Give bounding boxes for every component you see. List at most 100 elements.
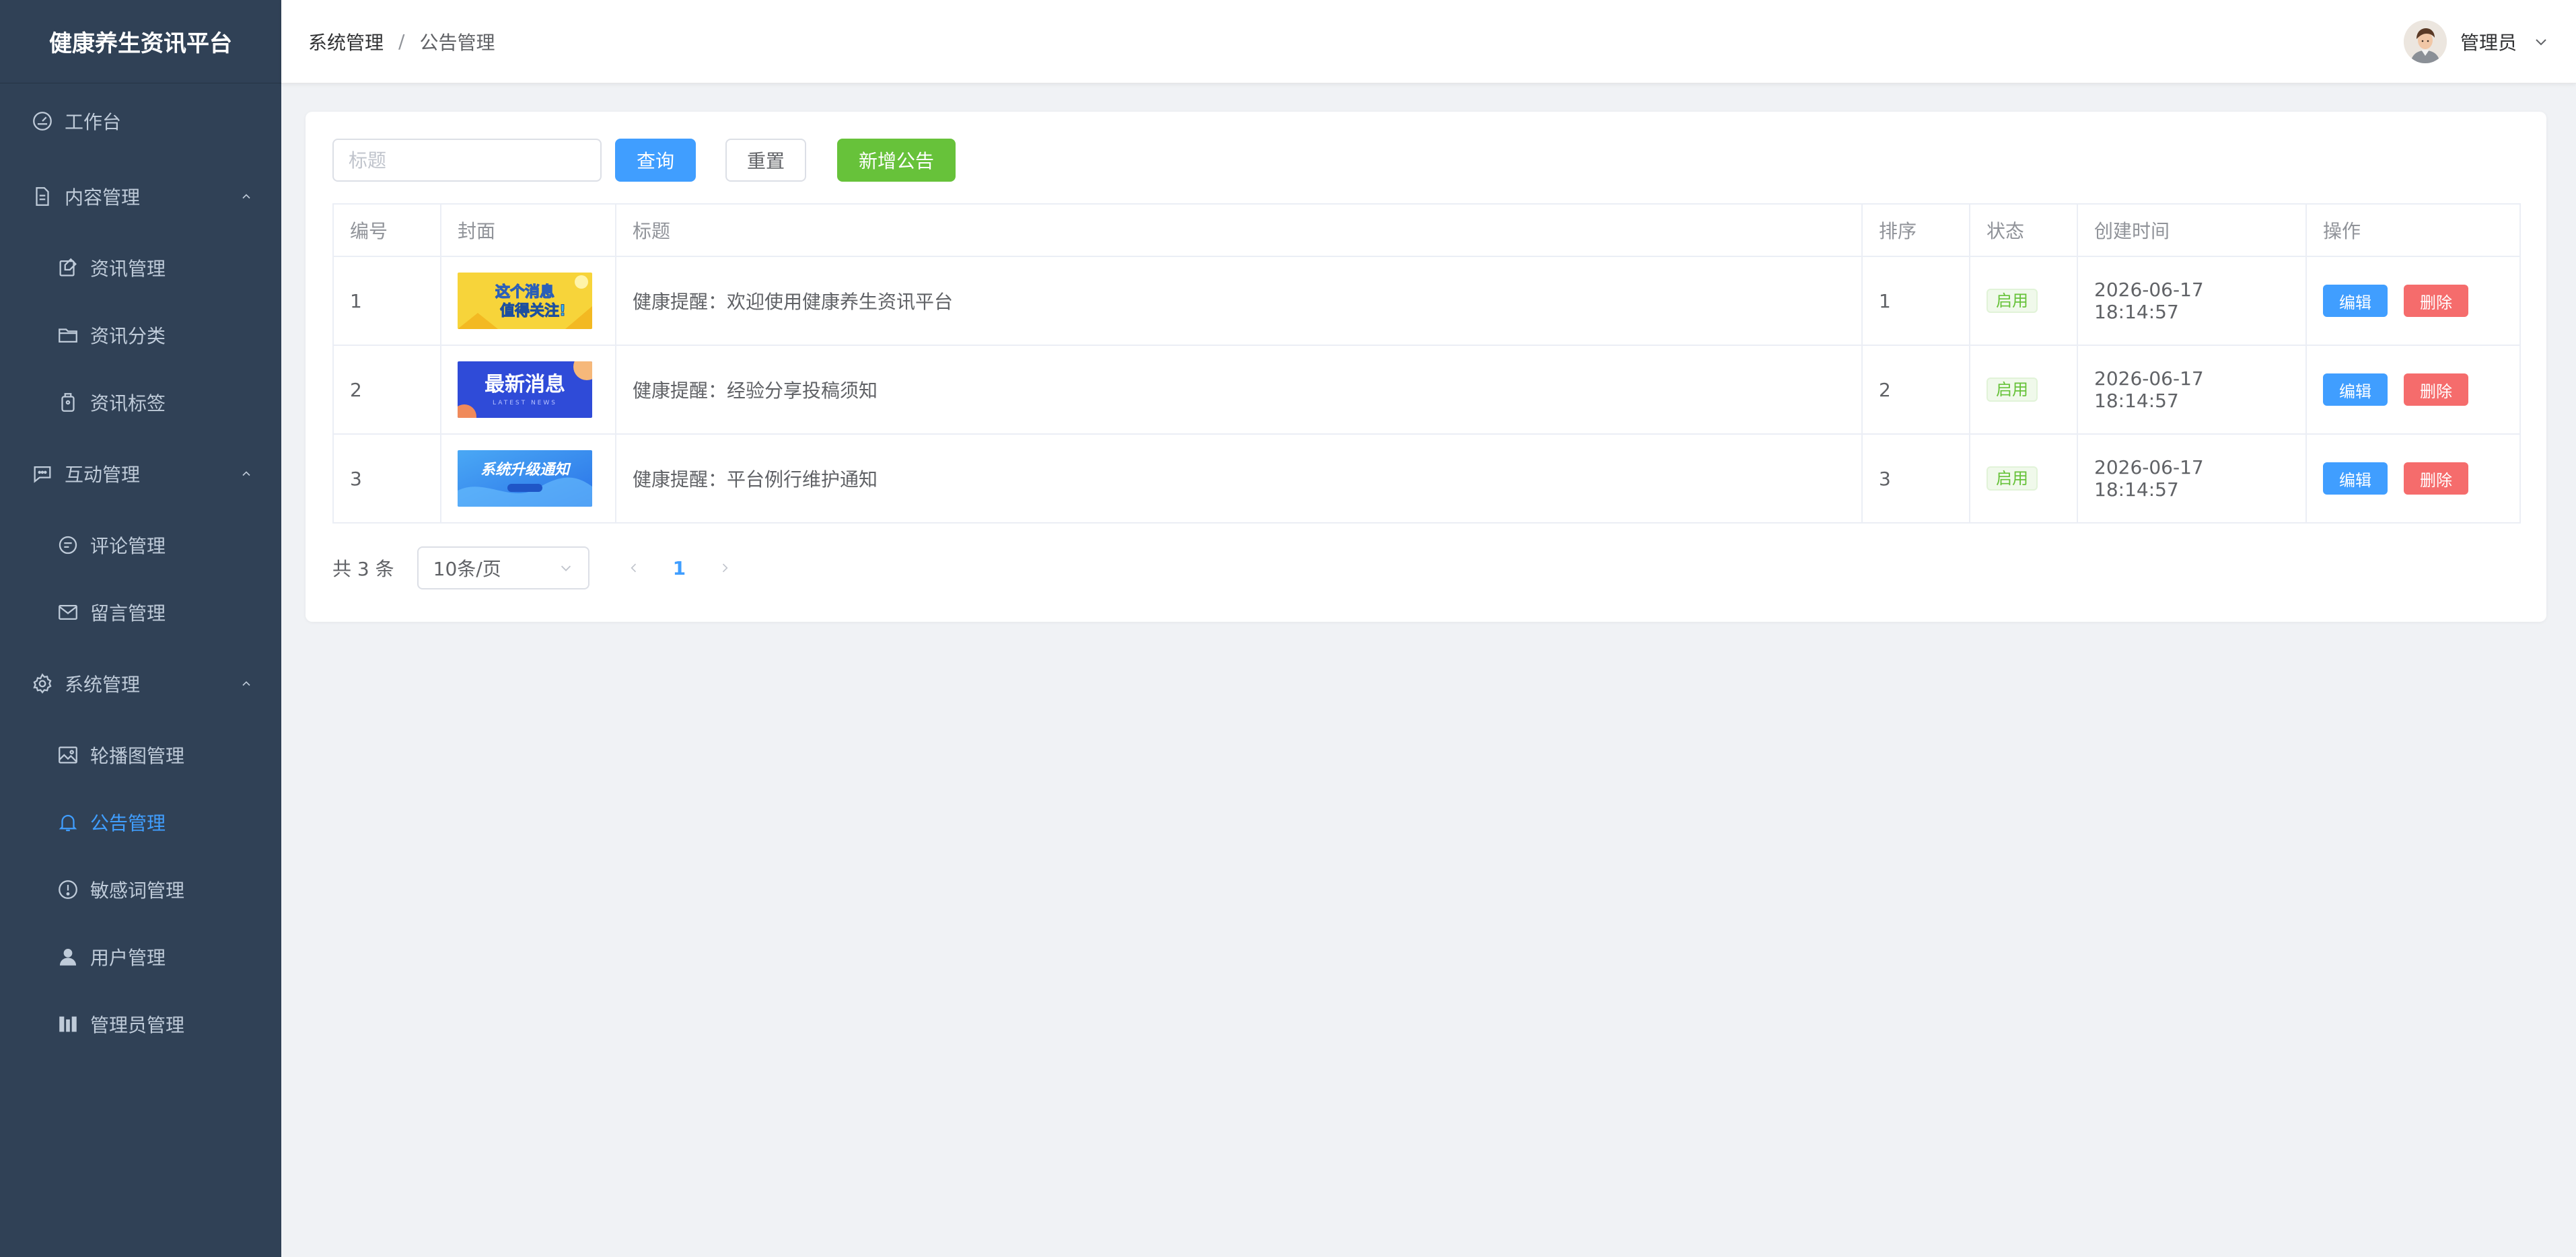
status-badge: 启用 <box>1987 466 2038 491</box>
page-size-select[interactable]: 10条/页 <box>417 546 589 589</box>
breadcrumb-item-system[interactable]: 系统管理 <box>308 28 384 55</box>
sidebar-item-notice-management[interactable]: 公告管理 <box>0 789 281 856</box>
sidebar-item-dashboard[interactable]: 工作台 <box>0 83 281 159</box>
cell-actions: 编辑 删除 <box>2305 256 2521 346</box>
breadcrumb: 系统管理 / 公告管理 <box>308 28 495 55</box>
sidebar-item-sensitive-word-management[interactable]: 敏感词管理 <box>0 856 281 923</box>
sidebar-item-label: 资讯标签 <box>90 392 166 415</box>
cell-title: 健康提醒：经验分享投稿须知 <box>615 345 1863 435</box>
page-size-value: 10条/页 <box>433 558 501 580</box>
sidebar-item-label: 敏感词管理 <box>90 879 185 902</box>
column-header-status: 状态 <box>1969 203 2078 257</box>
delete-button[interactable]: 删除 <box>2404 462 2468 495</box>
column-header-cover: 封面 <box>440 203 616 257</box>
chevron-up-icon <box>240 190 253 203</box>
edit-button[interactable]: 编辑 <box>2323 285 2388 317</box>
sidebar-item-system-management[interactable]: 系统管理 <box>0 646 281 721</box>
status-badge: 启用 <box>1987 378 2038 402</box>
table-row: 2 最新消息 LATEST NEWS 健康提醒：经验分享投稿须知 2 启用 20… <box>332 345 2521 435</box>
cell-id: 3 <box>332 433 441 524</box>
column-header-sort: 排序 <box>1861 203 1970 257</box>
sidebar-item-label: 评论管理 <box>90 535 166 557</box>
delete-button[interactable]: 删除 <box>2404 285 2468 317</box>
user-dropdown[interactable]: 管理员 <box>2403 20 2549 63</box>
title-search-input[interactable] <box>332 139 602 182</box>
delete-button[interactable]: 删除 <box>2404 373 2468 406</box>
sidebar-item-user-management[interactable]: 用户管理 <box>0 923 281 991</box>
edit-button[interactable]: 编辑 <box>2323 373 2388 406</box>
sidebar-item-label: 系统管理 <box>65 674 141 696</box>
avatar <box>2403 20 2447 63</box>
cell-title: 健康提醒：平台例行维护通知 <box>615 433 1863 524</box>
next-page-button[interactable] <box>711 554 738 581</box>
column-header-created: 创建时间 <box>2077 203 2307 257</box>
reset-button[interactable]: 重置 <box>725 139 806 182</box>
table-header-row: 编号 封面 标题 排序 状态 创建时间 操作 <box>332 203 2521 257</box>
top-navbar: 系统管理 / 公告管理 管理员 <box>281 0 2576 83</box>
cover-image-lightblue-upgrade[interactable]: 系统升级通知 <box>458 450 592 507</box>
sidebar-item-news-management[interactable]: 资讯管理 <box>0 234 281 301</box>
sidebar-logo-title: 健康养生资讯平台 <box>0 0 281 83</box>
warning-icon <box>57 878 79 901</box>
sidebar-menu: 工作台 内容管理 资讯管理 资讯分类 资讯标签 互动管理 评论管理 留言管理 系… <box>0 83 281 1058</box>
cover-image-blue-latest-news[interactable]: 最新消息 LATEST NEWS <box>458 361 592 418</box>
cell-created: 2026-06-17 18:14:57 <box>2077 256 2307 346</box>
prev-page-button[interactable] <box>620 554 647 581</box>
search-toolbar: 查询 重置 新增公告 <box>332 139 2519 182</box>
cell-cover: 这个消息 值得关注! <box>440 256 616 346</box>
sidebar-item-news-tag[interactable]: 资讯标签 <box>0 369 281 436</box>
page-content: 查询 重置 新增公告 编号 封面 标题 排序 <box>281 83 2576 650</box>
cell-actions: 编辑 删除 <box>2305 433 2521 524</box>
picture-icon <box>57 744 79 766</box>
sidebar-item-content-management[interactable]: 内容管理 <box>0 159 281 234</box>
dashboard-icon <box>31 110 54 133</box>
folder-icon <box>57 324 79 347</box>
sidebar-item-label: 内容管理 <box>65 186 141 209</box>
sidebar-item-label: 资讯管理 <box>90 258 166 280</box>
sidebar-item-label: 管理员管理 <box>90 1014 185 1036</box>
sidebar-item-label: 工作台 <box>65 111 122 133</box>
admin-icon <box>57 1013 79 1036</box>
mail-icon <box>57 601 79 624</box>
bell-icon <box>57 811 79 834</box>
user-icon <box>57 945 79 968</box>
page-number-current[interactable]: 1 <box>673 557 686 579</box>
cell-status: 启用 <box>1969 433 2078 524</box>
chevron-up-icon <box>240 467 253 480</box>
cell-sort: 2 <box>1861 345 1970 435</box>
sidebar: 健康养生资讯平台 工作台 内容管理 资讯管理 资讯分类 资讯标签 互动管理 评论… <box>0 0 281 1257</box>
add-notice-button[interactable]: 新增公告 <box>837 139 956 182</box>
sidebar-item-comment-management[interactable]: 评论管理 <box>0 511 281 579</box>
sidebar-item-banner-management[interactable]: 轮播图管理 <box>0 721 281 789</box>
sidebar-item-message-management[interactable]: 留言管理 <box>0 579 281 646</box>
cover-text: 值得关注! <box>500 302 566 320</box>
status-badge: 启用 <box>1987 289 2038 313</box>
query-button[interactable]: 查询 <box>615 139 696 182</box>
cell-created: 2026-06-17 18:14:57 <box>2077 433 2307 524</box>
cell-id: 2 <box>332 345 441 435</box>
cell-title: 健康提醒：欢迎使用健康养生资讯平台 <box>615 256 1863 346</box>
main-area: 系统管理 / 公告管理 管理员 标题 查询 重置 新增公告 编号 封面 标题 排… <box>281 0 2576 1257</box>
cell-id: 1 <box>332 256 441 346</box>
comment-icon <box>57 534 79 556</box>
cell-status: 启用 <box>1969 345 2078 435</box>
column-header-actions: 操作 <box>2305 203 2521 257</box>
pagination-total: 共 3 条 <box>332 558 394 580</box>
cover-text: LATEST NEWS <box>493 400 557 406</box>
cell-sort: 1 <box>1861 256 1970 346</box>
sidebar-item-news-category[interactable]: 资讯分类 <box>0 301 281 369</box>
table-row: 1 这个消息 值得关注! 健康提醒：欢迎使用健康养生资讯平台 1 启用 2026… <box>332 256 2521 346</box>
chevron-up-icon <box>240 677 253 690</box>
sidebar-item-label: 用户管理 <box>90 947 166 969</box>
sidebar-item-label: 互动管理 <box>65 464 141 486</box>
column-header-id: 编号 <box>332 203 441 257</box>
sidebar-item-admin-management[interactable]: 管理员管理 <box>0 991 281 1058</box>
edit-button[interactable]: 编辑 <box>2323 462 2388 495</box>
chevron-left-icon <box>631 563 636 573</box>
cover-image-yellow-banner[interactable]: 这个消息 值得关注! <box>458 273 592 329</box>
column-header-title: 标题 <box>615 203 1863 257</box>
sidebar-item-label: 资讯分类 <box>90 325 166 347</box>
cell-actions: 编辑 删除 <box>2305 345 2521 435</box>
sidebar-item-interaction-management[interactable]: 互动管理 <box>0 436 281 511</box>
document-icon <box>31 185 54 208</box>
